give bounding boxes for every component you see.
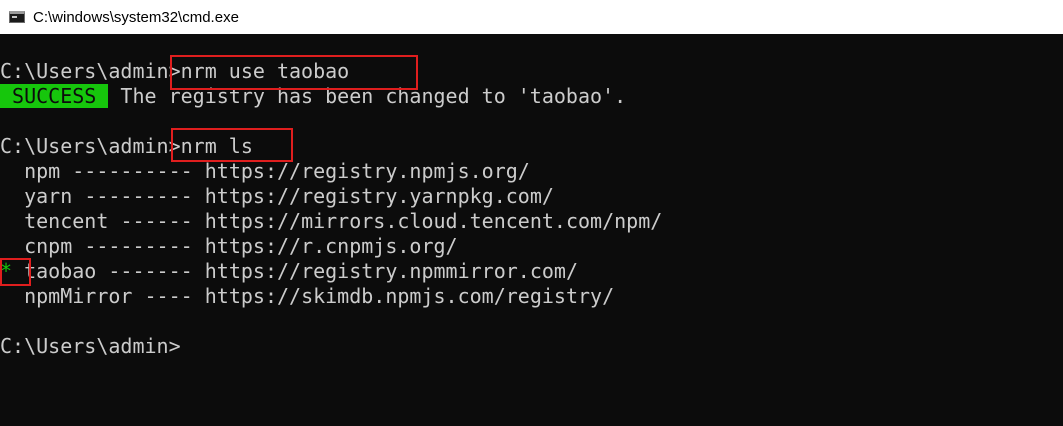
registry-dashes: ---- [144, 284, 193, 308]
command-text: nrm use taobao [180, 59, 350, 83]
registry-row: npm ---------- https://registry.npmjs.or… [0, 159, 530, 184]
registry-dashes: ---------- [72, 159, 193, 183]
success-badge: SUCCESS [0, 84, 109, 108]
registry-name: cnpm [24, 234, 73, 258]
current-marker [0, 209, 12, 233]
registry-dashes: ------- [108, 259, 193, 283]
registry-url: https://skimdb.npmjs.com/registry/ [204, 284, 615, 308]
success-line: SUCCESS The registry has been changed to… [0, 84, 626, 109]
registry-url: https://registry.npmmirror.com/ [204, 259, 579, 283]
registry-url: https://r.cnpmjs.org/ [204, 234, 458, 258]
registry-url: https://mirrors.cloud.tencent.com/npm/ [204, 209, 663, 233]
current-marker: * [0, 259, 13, 283]
registry-dashes: --------- [84, 184, 193, 208]
success-message: The registry has been changed to 'taobao… [108, 84, 627, 108]
registry-name: npmMirror [24, 284, 133, 308]
command-text: nrm ls [180, 134, 253, 158]
registry-row: * taobao ------- https://registry.npmmir… [0, 259, 578, 284]
cmd-window: C:\windows\system32\cmd.exe C:\Users\adm… [0, 0, 1063, 426]
registry-row: tencent ------ https://mirrors.cloud.ten… [0, 209, 662, 234]
window-title: C:\windows\system32\cmd.exe [33, 8, 239, 26]
registry-row: cnpm --------- https://r.cnpmjs.org/ [0, 234, 458, 259]
console-app-icon [9, 11, 25, 23]
current-marker [0, 284, 12, 308]
current-marker [0, 184, 12, 208]
current-marker [0, 159, 12, 183]
command-line: C:\Users\admin>nrm ls [0, 134, 253, 159]
registry-row: yarn --------- https://registry.yarnpkg.… [0, 184, 554, 209]
prompt: C:\Users\admin> [0, 334, 181, 358]
prompt: C:\Users\admin> [0, 134, 181, 158]
registry-dashes: --------- [84, 234, 193, 258]
registry-row: npmMirror ---- https://skimdb.npmjs.com/… [0, 284, 614, 309]
prompt: C:\Users\admin> [0, 59, 181, 83]
registry-name: yarn [24, 184, 73, 208]
command-line: C:\Users\admin>nrm use taobao [0, 59, 349, 84]
console-output[interactable]: C:\Users\admin>nrm use taobao SUCCESS Th… [0, 34, 1063, 426]
title-bar[interactable]: C:\windows\system32\cmd.exe [0, 0, 1063, 34]
registry-name: npm [24, 159, 61, 183]
registry-url: https://registry.yarnpkg.com/ [204, 184, 554, 208]
registry-name: tencent [24, 209, 109, 233]
registry-url: https://registry.npmjs.org/ [204, 159, 530, 183]
command-line: C:\Users\admin> [0, 334, 181, 359]
registry-dashes: ------ [120, 209, 193, 233]
current-marker [0, 234, 12, 258]
registry-name: taobao [24, 259, 97, 283]
